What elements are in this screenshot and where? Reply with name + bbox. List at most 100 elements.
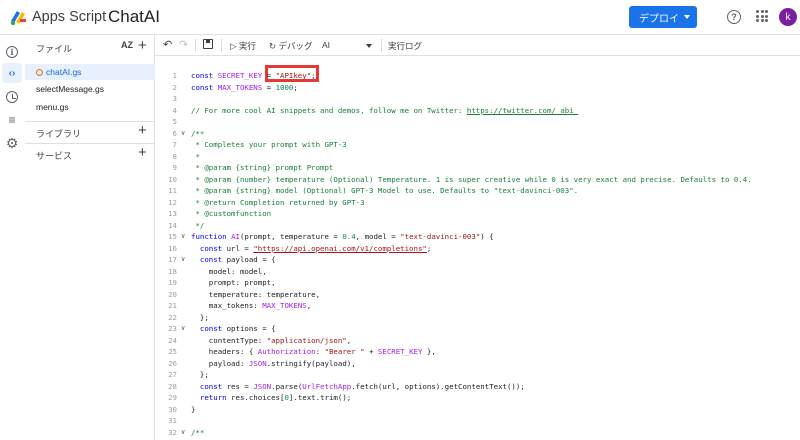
code-line[interactable]: 9 * @param {string} prompt Prompt: [155, 162, 800, 173]
code-line[interactable]: 22 };: [155, 312, 800, 323]
save-icon[interactable]: [203, 39, 213, 49]
code-line[interactable]: 15 ∨ function AI(prompt, temperature = 0.4…: [155, 231, 800, 242]
code-line[interactable]: 21 max_tokens: MAX_TOKENS,: [155, 300, 800, 311]
code-text: function AI(prompt, temperature = 0.4, m…: [191, 232, 494, 241]
app-name[interactable]: Apps Script: [32, 9, 106, 25]
code-line[interactable]: 24 contentType: "application/json",: [155, 335, 800, 346]
services-section[interactable]: サービス +: [25, 143, 155, 163]
libraries-section[interactable]: ライブラリ +: [25, 121, 155, 141]
overview-nav[interactable]: i: [2, 42, 22, 62]
execution-log-button[interactable]: 実行ログ: [388, 40, 422, 52]
line-number: 25: [168, 347, 177, 356]
add-service-icon[interactable]: +: [138, 144, 147, 161]
line-number: 5: [172, 117, 177, 126]
file-name: menu.gs: [36, 102, 69, 112]
code-line[interactable]: 3: [155, 93, 800, 104]
add-library-icon[interactable]: +: [138, 122, 147, 139]
line-number: 2: [172, 82, 177, 92]
file-item-menu[interactable]: menu.gs: [25, 99, 155, 115]
caret-down-icon[interactable]: [366, 44, 372, 48]
code-editor[interactable]: 1 const SECRET_KEY = "APIkey"; 2 const MAX_…: [155, 57, 800, 440]
triggers-nav[interactable]: [2, 87, 22, 107]
code-line[interactable]: 11 * @param {string} model (Optional) GP…: [155, 185, 800, 196]
code-line[interactable]: 7 * Completes your prompt with GPT-3: [155, 139, 800, 150]
code-line[interactable]: 30}: [155, 404, 800, 415]
project-title[interactable]: ChatAI: [108, 7, 160, 27]
code-line[interactable]: 27 };: [155, 369, 800, 380]
google-apps-icon[interactable]: [756, 10, 768, 22]
play-icon: ▷: [230, 41, 237, 51]
code-line[interactable]: 32 ∨ /**: [155, 427, 800, 438]
file-item-selectmessage[interactable]: selectMessage.gs: [25, 81, 155, 97]
code-line[interactable]: 2 const MAX_TOKENS = 1000;: [155, 82, 800, 93]
line-number: 3: [172, 94, 177, 103]
code-line[interactable]: 25 headers: { Authorization: "Bearer " +…: [155, 346, 800, 357]
editor-nav[interactable]: ‹›: [2, 63, 22, 83]
code-text: const url = "https://api.openai.com/v1/c…: [199, 243, 432, 253]
run-button[interactable]: ▷ 実行: [230, 40, 256, 52]
code-text: const options = {: [199, 324, 276, 333]
code-text: * @param {string} model (Optional) GPT-3…: [191, 186, 579, 195]
code-line[interactable]: 14 */: [155, 220, 800, 231]
debug-label: デバッグ: [278, 41, 313, 51]
redo-icon[interactable]: ↷: [179, 38, 188, 51]
code-text: };: [191, 312, 209, 322]
code-line[interactable]: 13 * @customfunction: [155, 208, 800, 219]
code-line[interactable]: 28 const res = JSON.parse(UrlFetchApp.fe…: [155, 381, 800, 392]
line-number: 28: [168, 381, 177, 391]
files-panel: ファイル AZ + chatAI.gs selectMessage.gs men…: [25, 35, 155, 440]
code-line[interactable]: 17 ∨ const payload = {: [155, 254, 800, 265]
settings-nav[interactable]: ⚙: [2, 133, 22, 153]
line-number: 30: [168, 404, 177, 414]
account-avatar[interactable]: k: [779, 8, 797, 26]
code-line[interactable]: 29 return res.choices[0].text.trim();: [155, 392, 800, 403]
code-line[interactable]: 12 * @return Completion returned by GPT-…: [155, 197, 800, 208]
code-line[interactable]: 31: [155, 415, 800, 426]
line-number: 7: [172, 140, 177, 149]
executions-nav[interactable]: ≡: [2, 110, 22, 130]
code-line[interactable]: 1 const SECRET_KEY = "APIkey";: [155, 70, 800, 81]
code-text: temperature: temperature,: [191, 289, 321, 299]
code-line[interactable]: 18 model: model,: [155, 266, 800, 277]
line-number: 26: [168, 358, 177, 368]
left-nav-rail: i ‹› ≡ ⚙: [0, 35, 25, 440]
line-number: 18: [168, 266, 177, 276]
line-number: 19: [168, 278, 177, 287]
line-number: 16: [168, 243, 177, 253]
fold-chevron-icon[interactable]: ∨: [181, 254, 185, 265]
apps-script-logo-icon[interactable]: [8, 7, 28, 27]
code-line[interactable]: 23 ∨ const options = {: [155, 323, 800, 334]
file-name: chatAI.gs: [46, 67, 82, 77]
services-label: サービス: [36, 151, 73, 161]
undo-icon[interactable]: ↶: [163, 38, 172, 51]
code-text: prompt: prompt,: [191, 278, 276, 287]
deploy-button[interactable]: デプロイ: [629, 6, 697, 28]
code-line[interactable]: 6 ∨ /**: [155, 128, 800, 139]
file-name: selectMessage.gs: [36, 84, 105, 94]
fold-chevron-icon[interactable]: ∨: [181, 128, 185, 139]
sort-az-icon[interactable]: AZ: [121, 40, 133, 50]
debug-button[interactable]: ↻ デバッグ: [269, 40, 313, 52]
code-text: }: [191, 404, 196, 414]
fold-chevron-icon[interactable]: ∨: [181, 427, 185, 438]
code-line[interactable]: 26 payload: JSON.stringify(payload),: [155, 358, 800, 369]
line-number: 20: [168, 289, 177, 299]
code-line[interactable]: 16 const url = "https://api.openai.com/v…: [155, 243, 800, 254]
code-line[interactable]: 10 * @param {number} temperature (Option…: [155, 174, 800, 185]
function-select[interactable]: AI: [322, 40, 330, 50]
help-icon[interactable]: ?: [727, 10, 741, 24]
code-text: const SECRET_KEY = "APIkey";: [191, 71, 316, 80]
line-number: 29: [168, 393, 177, 402]
code-line[interactable]: 8 *: [155, 151, 800, 162]
fold-chevron-icon[interactable]: ∨: [181, 323, 185, 334]
toolbar-divider: [221, 39, 222, 52]
fold-chevron-icon[interactable]: ∨: [181, 231, 185, 242]
code-line[interactable]: 4 // For more cool AI snippets and demos,…: [155, 105, 800, 116]
code-text: model: model,: [191, 266, 267, 276]
code-line[interactable]: 5: [155, 116, 800, 127]
code-line[interactable]: 19 prompt: prompt,: [155, 277, 800, 288]
file-item-chatai[interactable]: chatAI.gs: [25, 64, 155, 80]
playlist-icon: ≡: [8, 113, 16, 127]
add-file-icon[interactable]: +: [138, 37, 147, 54]
code-line[interactable]: 20 temperature: temperature,: [155, 289, 800, 300]
